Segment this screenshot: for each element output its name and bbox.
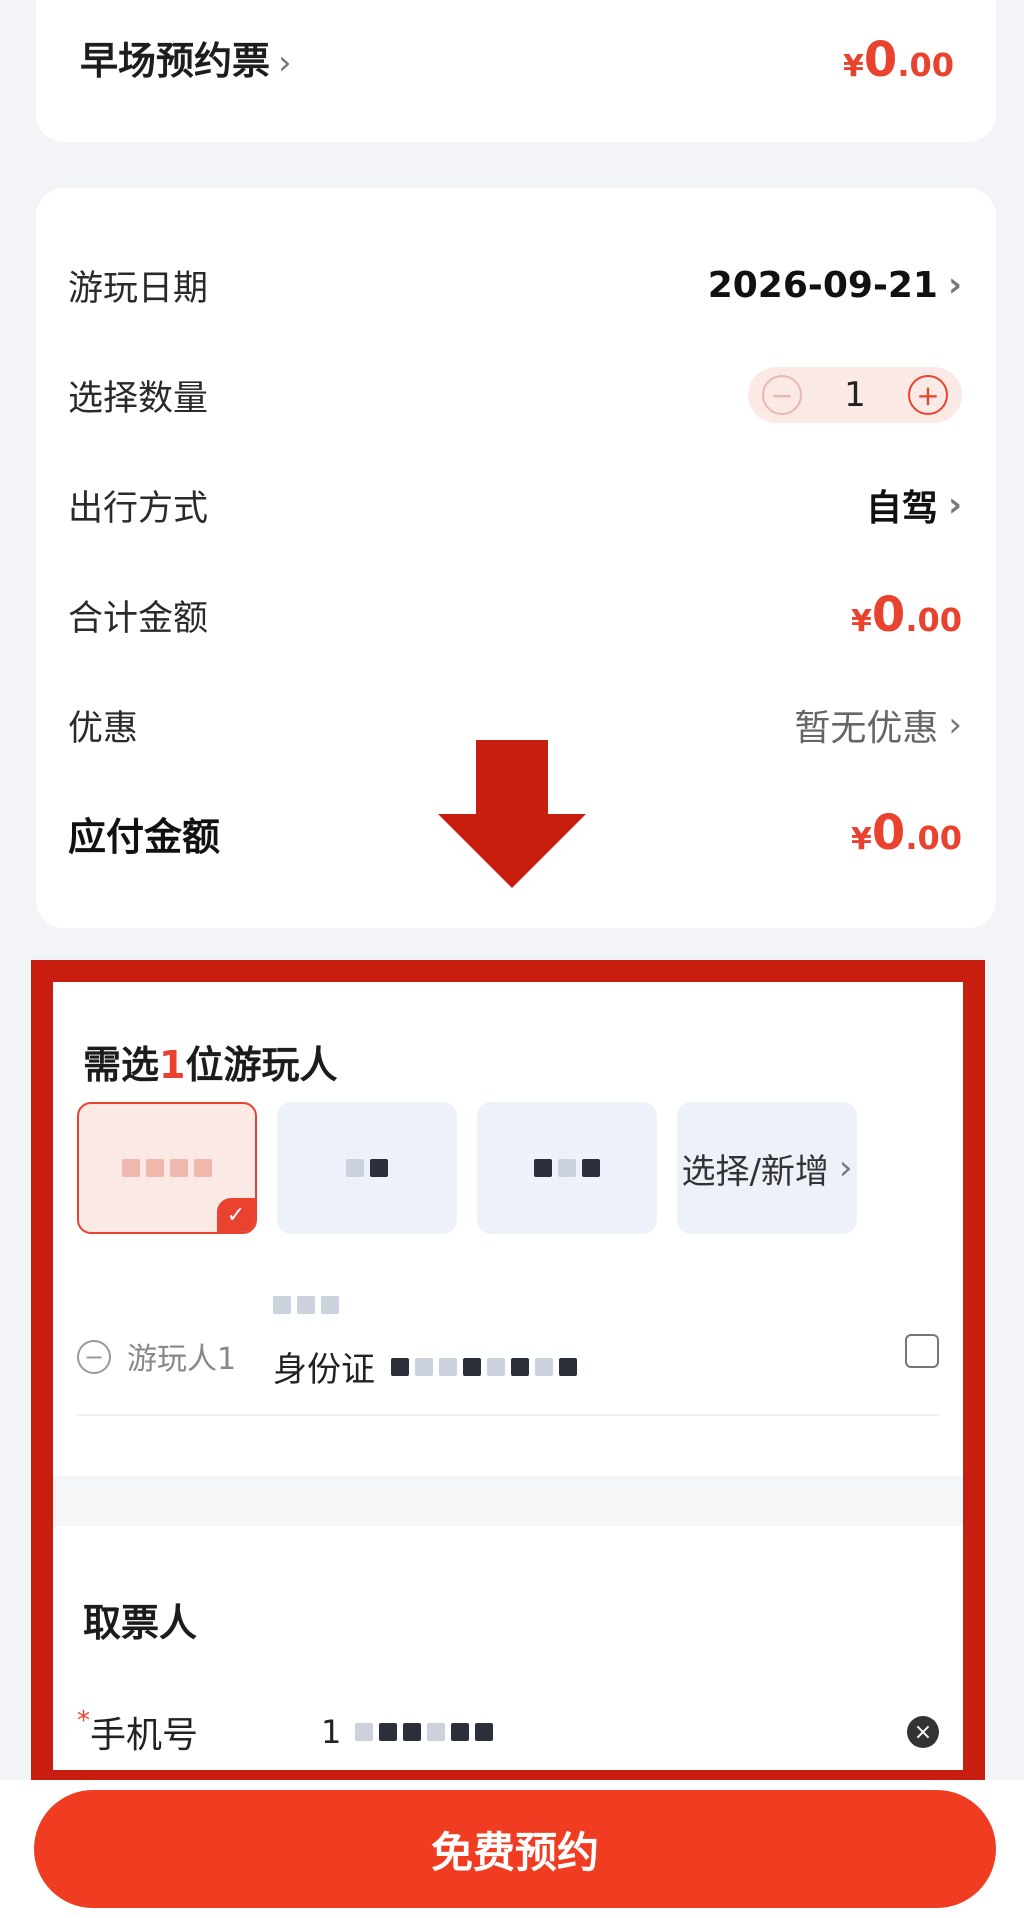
visitor-item-label: 游玩人1 <box>127 1342 237 1377</box>
visitor-section-title: 需选1位游玩人 <box>83 1043 338 1087</box>
add-visitor-button[interactable]: 选择/新增 › <box>677 1102 857 1234</box>
required-mark: * <box>77 1706 90 1736</box>
payable-amount-value: ¥0.00 <box>851 805 962 861</box>
check-icon: ✓ <box>217 1198 255 1232</box>
blurred-name <box>534 1159 600 1177</box>
ticket-card: 早场预约票 › ¥0.00 <box>36 0 996 142</box>
chevron-right-icon: › <box>948 705 962 745</box>
remove-circle-icon[interactable]: − <box>77 1340 111 1374</box>
id-type-label: 身份证 <box>273 1350 375 1390</box>
clear-icon[interactable]: × <box>907 1716 939 1748</box>
row-travel-mode[interactable]: 出行方式 自驾 › <box>68 470 962 540</box>
ticket-title[interactable]: 早场预约票 › <box>80 30 292 85</box>
free-reserve-button[interactable]: 免费预约 <box>34 1790 996 1908</box>
blurred-name <box>122 1159 212 1177</box>
phone-label: 手机号 <box>90 1715 199 1756</box>
plus-icon[interactable]: + <box>907 375 948 415</box>
highlighted-section: 需选1位游玩人 ✓ 选择/新增› − 游玩人1 身份证 取票人 *手机号 1 <box>31 960 985 1792</box>
row-visit-date[interactable]: 游玩日期 2026-09-21 › <box>68 250 962 320</box>
total-amount-value: ¥0.00 <box>851 587 962 643</box>
phone-field[interactable]: *手机号 1 × <box>77 1702 939 1762</box>
visitor-item: − 游玩人1 身份证 <box>77 1282 939 1416</box>
blurred-name <box>273 1296 339 1314</box>
discount-value: 暂无优惠 <box>794 708 939 749</box>
chevron-right-icon: › <box>947 265 962 305</box>
row-total-amount: 合计金额 ¥0.00 <box>68 587 962 643</box>
travel-mode-value: 自驾 <box>865 488 938 529</box>
ticket-price: ¥0.00 <box>843 32 954 88</box>
visitor-chip[interactable]: ✓ <box>77 1102 257 1234</box>
phone-input[interactable]: 1 <box>321 1713 494 1751</box>
chevron-right-icon: › <box>947 485 962 525</box>
visit-date-value: 2026-09-21 <box>707 264 938 306</box>
visitor-chip[interactable] <box>277 1102 457 1234</box>
chevron-right-icon: › <box>278 43 292 83</box>
edit-icon[interactable] <box>905 1334 939 1368</box>
visitor-id: 身份证 <box>273 1342 577 1391</box>
row-quantity: 选择数量 − 1 + <box>68 360 962 430</box>
annotation-arrow-shaft <box>476 740 548 816</box>
blurred-phone <box>355 1723 494 1741</box>
quantity-stepper[interactable]: − 1 + <box>748 367 962 423</box>
annotation-arrow-head <box>438 814 586 888</box>
blurred-name <box>346 1159 388 1177</box>
visitor-chip[interactable] <box>477 1102 657 1234</box>
visitor-chips: ✓ 选择/新增 › <box>77 1102 857 1234</box>
minus-icon[interactable]: − <box>762 375 802 415</box>
blurred-id-number <box>391 1357 577 1376</box>
pickup-title: 取票人 <box>83 1601 198 1645</box>
quantity-value: 1 <box>844 375 866 415</box>
chevron-right-icon: › <box>838 1148 853 1188</box>
section-divider <box>53 1476 963 1526</box>
